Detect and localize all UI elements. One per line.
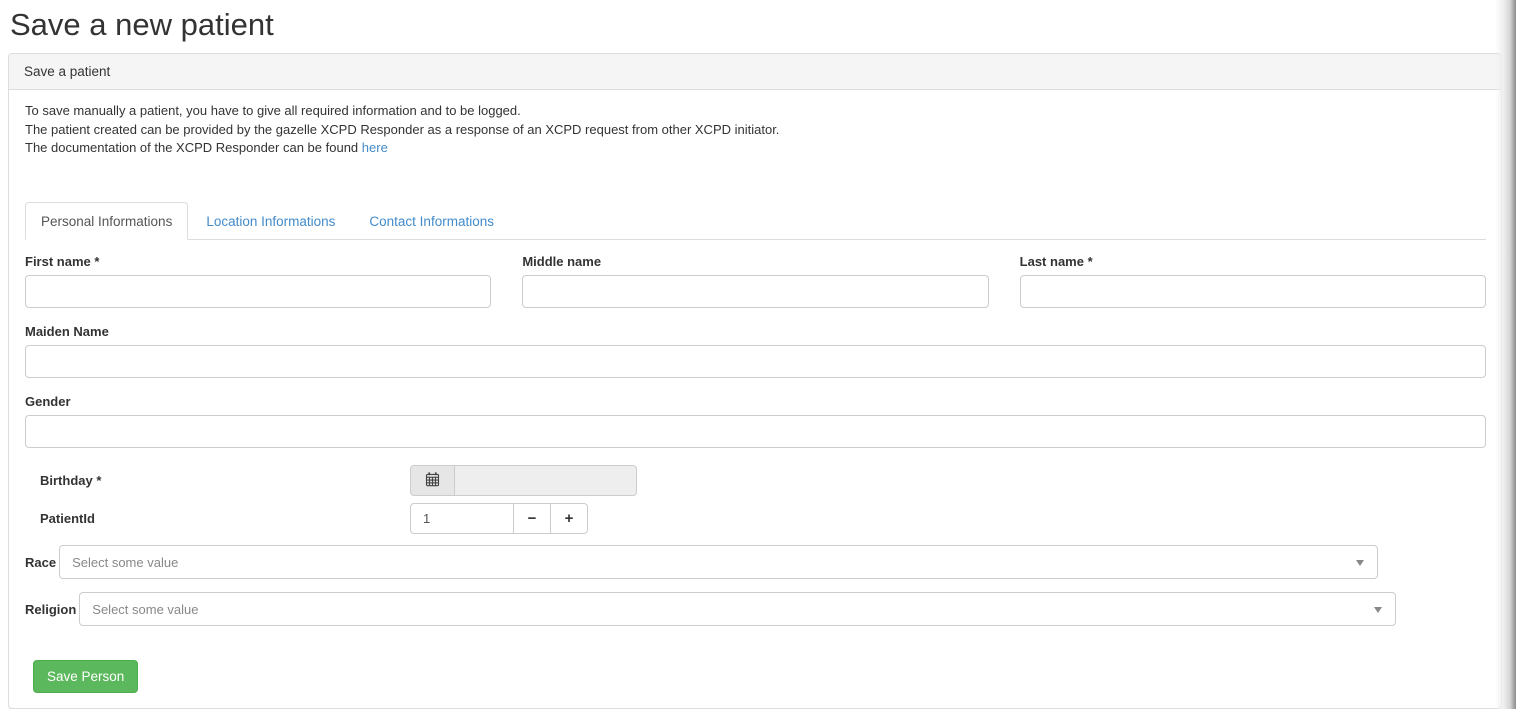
middle-name-label: Middle name	[522, 255, 988, 269]
gender-label: Gender	[25, 395, 1486, 409]
caret-down-icon	[1356, 560, 1364, 566]
birthday-calendar-button[interactable]	[410, 465, 455, 496]
page-title: Save a new patient	[8, 0, 1502, 53]
race-label: Race	[25, 555, 56, 570]
last-name-input[interactable]	[1020, 275, 1486, 308]
maiden-name-group: Maiden Name	[25, 325, 1486, 378]
religion-row: Religion Select some value	[25, 592, 1486, 626]
name-fields-row: First name * Middle name Last name *	[25, 255, 1486, 308]
gender-input[interactable]	[25, 415, 1486, 448]
tab-location-informations-label[interactable]: Location Informations	[190, 202, 351, 240]
gender-group: Gender	[25, 395, 1486, 448]
maiden-name-input[interactable]	[25, 345, 1486, 378]
panel-heading: Save a patient	[9, 54, 1501, 90]
caret-down-icon	[1374, 607, 1382, 613]
first-name-input[interactable]	[25, 275, 491, 308]
vertical-scrollbar[interactable]	[1495, 0, 1516, 709]
maiden-name-label: Maiden Name	[25, 325, 1486, 339]
tab-personal-informations[interactable]: Personal Informations	[25, 202, 188, 240]
birthday-input	[455, 465, 637, 496]
birthday-input-group	[410, 465, 637, 496]
personal-informations-panel: First name * Middle name Last name *	[25, 240, 1486, 693]
birthday-row: Birthday *	[25, 465, 1486, 496]
birthday-label: Birthday *	[25, 465, 410, 488]
patient-id-input-group: − +	[410, 503, 588, 534]
tab-contact-informations[interactable]: Contact Informations	[353, 202, 510, 240]
religion-label: Religion	[25, 602, 76, 617]
last-name-label: Last name *	[1020, 255, 1486, 269]
page: Save a new patient Save a patient To sav…	[0, 0, 1516, 709]
race-row: Race Select some value	[25, 545, 1486, 579]
tab-contact-informations-label[interactable]: Contact Informations	[353, 202, 510, 240]
calendar-icon	[425, 472, 440, 490]
save-patient-panel: Save a patient To save manually a patien…	[8, 53, 1502, 709]
race-select[interactable]: Select some value	[59, 545, 1378, 579]
first-name-label: First name *	[25, 255, 491, 269]
documentation-link[interactable]: here	[362, 140, 388, 155]
patient-id-row: PatientId − +	[25, 503, 1486, 534]
tab-personal-informations-label[interactable]: Personal Informations	[25, 202, 188, 240]
patient-id-decrement-button[interactable]: −	[514, 503, 551, 534]
last-name-group: Last name *	[1020, 255, 1486, 308]
patient-id-label: PatientId	[25, 503, 410, 526]
intro-line-3: The documentation of the XCPD Responder …	[25, 139, 1486, 158]
race-select-placeholder: Select some value	[72, 555, 178, 570]
tabs-container: Personal Informations Location Informati…	[25, 202, 1486, 693]
tab-bar: Personal Informations Location Informati…	[25, 202, 1486, 240]
religion-select-placeholder: Select some value	[92, 602, 198, 617]
religion-select[interactable]: Select some value	[79, 592, 1396, 626]
first-name-group: First name *	[25, 255, 491, 308]
intro-line-2: The patient created can be provided by t…	[25, 121, 1486, 140]
tab-location-informations[interactable]: Location Informations	[190, 202, 351, 240]
patient-id-input[interactable]	[410, 503, 514, 534]
panel-body: To save manually a patient, you have to …	[9, 90, 1501, 708]
intro-line-3-text: The documentation of the XCPD Responder …	[25, 140, 358, 155]
patient-id-increment-button[interactable]: +	[551, 503, 588, 534]
middle-name-group: Middle name	[522, 255, 988, 308]
intro-line-1: To save manually a patient, you have to …	[25, 102, 1486, 121]
intro-text: To save manually a patient, you have to …	[25, 102, 1486, 158]
middle-name-input[interactable]	[522, 275, 988, 308]
save-person-button[interactable]: Save Person	[33, 660, 138, 693]
